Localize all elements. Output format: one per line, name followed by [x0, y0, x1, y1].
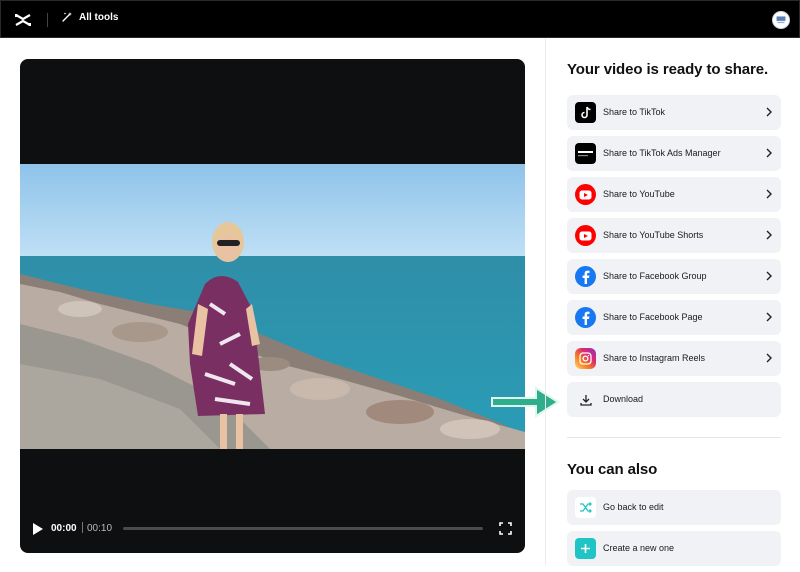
share-item-label: Share to TikTok — [603, 107, 666, 117]
share-item-label: Download — [603, 394, 644, 404]
all-tools-button[interactable]: All tools — [61, 11, 118, 23]
share-item-label: Share to Facebook Group — [603, 271, 707, 281]
share-title: Your video is ready to share. — [567, 61, 769, 78]
youtube-icon — [575, 225, 596, 246]
share-facebook-page-button[interactable]: Share to Facebook Page — [567, 300, 781, 335]
share-item-label: Share to YouTube Shorts — [603, 230, 704, 240]
share-item-label: Share to Facebook Page — [603, 312, 703, 322]
share-item-label: Share to TikTok Ads Manager — [603, 148, 721, 158]
share-youtube-button[interactable]: Share to YouTube — [567, 177, 781, 212]
all-tools-label: All tools — [79, 11, 119, 23]
share-youtube-shorts-button[interactable]: Share to YouTube Shorts — [567, 218, 781, 253]
chevron-right-icon — [766, 148, 772, 158]
plus-icon — [575, 538, 596, 559]
duration: 00:10 — [87, 523, 113, 534]
also-list: Go back to edit Create a new one — [567, 490, 781, 572]
share-list: Share to TikTok Share to TikTok Ads Mana… — [567, 95, 781, 423]
tiktok-ads-icon — [575, 143, 596, 164]
fullscreen-icon[interactable] — [499, 522, 512, 535]
create-new-button[interactable]: Create a new one — [567, 531, 781, 566]
instagram-icon — [575, 348, 596, 369]
chevron-right-icon — [766, 353, 772, 363]
youtube-icon — [575, 184, 596, 205]
section-divider — [567, 437, 781, 438]
header-divider — [47, 13, 48, 27]
video-frame — [20, 164, 525, 449]
download-icon — [575, 389, 596, 410]
capcut-logo-icon[interactable] — [13, 10, 33, 30]
player-controls: 00:00 00:10 — [20, 505, 525, 553]
current-time: 00:00 — [51, 523, 77, 534]
share-tiktok-button[interactable]: Share to TikTok — [567, 95, 781, 130]
facebook-icon — [575, 266, 596, 287]
chevron-right-icon — [766, 312, 772, 322]
share-tiktok-ads-button[interactable]: Share to TikTok Ads Manager — [567, 136, 781, 171]
top-bar: All tools — [0, 0, 800, 38]
also-title: You can also — [567, 461, 658, 478]
share-instagram-reels-button[interactable]: Share to Instagram Reels — [567, 341, 781, 376]
video-player[interactable]: 00:00 00:10 — [20, 59, 525, 553]
share-item-label: Share to Instagram Reels — [603, 353, 706, 363]
facebook-icon — [575, 307, 596, 328]
share-item-label: Share to YouTube — [603, 189, 675, 199]
progress-bar[interactable] — [123, 527, 483, 530]
chevron-right-icon — [766, 107, 772, 117]
share-facebook-group-button[interactable]: Share to Facebook Group — [567, 259, 781, 294]
time-separator — [82, 522, 83, 533]
avatar-image-icon — [776, 16, 786, 24]
play-icon[interactable] — [32, 522, 44, 536]
also-item-label: Go back to edit — [603, 502, 664, 512]
also-item-label: Create a new one — [603, 543, 675, 553]
avatar[interactable] — [772, 11, 790, 29]
download-button[interactable]: Download — [567, 382, 781, 417]
shuffle-icon — [575, 497, 596, 518]
share-panel: Your video is ready to share. Share to T… — [545, 38, 800, 566]
tiktok-icon — [575, 102, 596, 123]
chevron-right-icon — [766, 189, 772, 199]
chevron-right-icon — [766, 271, 772, 281]
go-back-to-edit-button[interactable]: Go back to edit — [567, 490, 781, 525]
chevron-right-icon — [766, 230, 772, 240]
magic-wand-icon — [62, 12, 72, 22]
